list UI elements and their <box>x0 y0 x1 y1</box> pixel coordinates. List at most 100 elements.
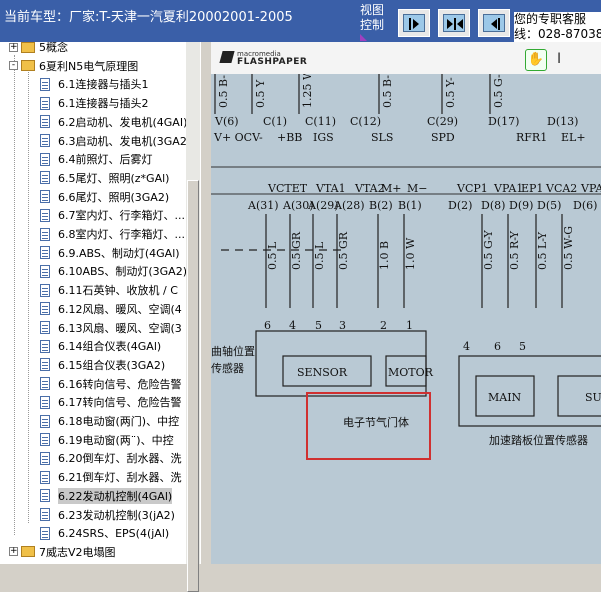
arrow-right-icon <box>409 18 419 30</box>
pedal-sensor-label: 加速踏板位置传感器 <box>489 433 588 447</box>
wire-label: 0.5 Y <box>254 79 267 108</box>
connector-pin-label: B(2) <box>369 199 393 212</box>
expand-icon[interactable]: + <box>9 42 18 52</box>
tree-item[interactable]: 6.20倒车灯、刮水器、洗 <box>40 449 182 467</box>
document-icon <box>40 377 50 391</box>
corner-marker-icon <box>360 34 367 41</box>
single-page-view-button[interactable] <box>398 9 430 37</box>
folder-icon <box>21 60 35 72</box>
tree-item[interactable]: 6.6尾灯、照明(3GA2) <box>40 188 169 206</box>
document-icon <box>40 508 50 521</box>
arrow-left-icon <box>491 18 500 30</box>
tree-item[interactable]: 6.4前照灯、后雾灯 <box>40 150 153 168</box>
flashpaper-toolbar: macromedia FLASHPAPER ✋ I <box>211 42 601 75</box>
tree-item-label: 6.16转向信号、危险告警 <box>58 377 182 391</box>
document-icon <box>40 395 50 409</box>
pin-number: 5 <box>315 319 322 332</box>
tree-item[interactable]: 6.18电动窗(两门)、中控 <box>40 412 179 430</box>
document-icon <box>40 77 50 91</box>
wire-label: 0.5 B- <box>217 75 230 108</box>
connector-pin-label: B(1) <box>398 199 422 212</box>
tree-item[interactable]: 6.13风扇、暖风、空调(3 <box>40 319 182 337</box>
hand-tool-button[interactable]: ✋ <box>525 49 547 71</box>
tree-item[interactable]: 6.1连接器与插头1 <box>40 75 149 93</box>
tree-folder[interactable]: +7威志V2电塌图 <box>9 543 116 561</box>
signal-label: EP1 <box>521 182 543 195</box>
signal-label: IGS <box>313 131 334 144</box>
tree-item-label: 6.14组合仪表(4GAl) <box>58 340 162 354</box>
current-model-title: 当前车型：厂家:T-天津一汽夏利20002001-2005 <box>4 10 293 25</box>
connector-pin-label: D(13) <box>547 115 578 128</box>
expand-icon[interactable]: + <box>9 547 18 557</box>
tree-item[interactable]: 6.9.ABS、制动灯(4GAl) <box>40 244 180 262</box>
document-icon <box>40 358 50 372</box>
tree-item[interactable]: 6.14组合仪表(4GAl) <box>40 337 161 355</box>
tree-item[interactable]: 6.7室内灯、行李箱灯、... <box>40 206 185 224</box>
prev-page-button[interactable] <box>478 9 510 37</box>
tree-item[interactable]: 6.10ABS、制动灯(3GA2) <box>40 262 186 280</box>
pin-number: 2 <box>380 319 387 332</box>
tree-item[interactable]: 6.2启动机、发电机(4GAI) <box>40 113 186 131</box>
signal-label: SLS <box>371 131 393 144</box>
tree-item[interactable]: 6.22发动机控制(4GAl) <box>40 487 173 505</box>
wire-label: 0.5 G- <box>492 74 505 108</box>
connector-pin-label: C(12) <box>350 115 381 128</box>
document-icon <box>40 302 50 316</box>
collapse-icon[interactable]: - <box>9 61 18 71</box>
document-icon <box>40 246 50 260</box>
wire-label: 0.5 B- <box>381 75 394 108</box>
view-control-label: 视图控制 <box>360 3 385 32</box>
tree-item-label: 5概念 <box>39 42 68 54</box>
tree-item[interactable]: 6.21倒车灯、刮水器、洗 <box>40 468 182 486</box>
tree-scrollbar[interactable] <box>186 42 200 592</box>
connector-pin-label: D(5) <box>537 199 561 212</box>
tree-item-label: 6.1连接器与插头2 <box>58 97 149 111</box>
scrollbar-thumb[interactable] <box>187 180 199 592</box>
tree-item-label: 6.5尾灯、照明(z*GAl) <box>58 171 170 185</box>
main-label: MAIN <box>488 391 522 404</box>
tree-item[interactable]: 6.1连接器与插头2 <box>40 94 149 112</box>
tree-item[interactable]: 6.8室内灯、行李箱灯、... <box>40 225 185 243</box>
tree-item[interactable]: 6.16转向信号、危险告警 <box>40 375 182 393</box>
tree-item[interactable]: 6.3启动机、发电机(3GA2) <box>40 132 186 150</box>
tree-item[interactable]: 6.12风扇、暖风、空调(4 <box>40 300 182 318</box>
tree-item[interactable]: 6.24SRS、EPS(4(jAl) <box>40 524 169 542</box>
wire-label: 0.5 GR <box>290 231 303 270</box>
text-select-tool-button[interactable]: I <box>557 51 561 67</box>
signal-label: V+ OCV- <box>213 131 263 144</box>
flashpaper-brand: FLASHPAPER <box>237 57 308 67</box>
model-tree[interactable]: +5概念 - 6夏利N5电气原理图 6.1连接器与插头1 6.1连接器与插头2 6.2启动… <box>0 42 186 564</box>
service-line-2: 线：028-87038 <box>514 27 601 41</box>
tree-item-label: 6.8室内灯、行李箱灯、... <box>58 228 185 241</box>
tree-item[interactable]: 6.15组合仪表(3GA2) <box>40 356 165 374</box>
tree-item[interactable]: 6.19电动窗(两¨)、中控 <box>40 431 174 449</box>
connector-pin-label: D(9) <box>509 199 533 212</box>
wire-label: 0.5 L <box>313 241 326 270</box>
connector-pin-label: C(11) <box>305 115 336 128</box>
tree-item-label: 6.4前照灯、后雾灯 <box>58 153 153 167</box>
tree-folder[interactable]: +5概念 <box>9 42 68 56</box>
tree-item-label: 6.20倒车灯、刮水器、洗 <box>58 452 182 466</box>
connector-pin-label: D(8) <box>481 199 505 212</box>
pin-number: 4 <box>463 340 470 353</box>
motor-label: MOTOR <box>388 366 434 379</box>
tree-item[interactable]: 6.17转向信号、危险告警 <box>40 393 182 411</box>
document-icon <box>40 115 50 129</box>
customer-service-box: 您的专职客服 线：028-87038 <box>514 12 601 42</box>
connector-pin-label: A(31) <box>247 199 279 212</box>
tree-item[interactable]: 6.5尾灯、照明(z*GAl) <box>40 169 169 187</box>
wiring-diagram-page[interactable]: 0.5 B- 0.5 Y 1.25 W 0.5 B- 0.5 Y- 0.5 G- V(6) C… <box>211 68 601 564</box>
tree-item[interactable]: 6.23发动机控制(3(jA2) <box>40 506 175 524</box>
signal-label: M+ <box>381 182 401 195</box>
tree-folder[interactable]: - 6夏利N5电气原理图 <box>9 57 138 75</box>
tree-item[interactable]: 6.11石英钟、收放机 / C <box>40 281 178 299</box>
tree-item-label: 6.17转向信号、危险告警 <box>58 396 182 410</box>
double-page-view-button[interactable] <box>438 9 470 37</box>
document-icon <box>40 339 50 353</box>
connector-pin-label: V(6) <box>214 115 239 128</box>
signal-label: VPA1 <box>493 182 523 195</box>
wire-label: 0.5 GR <box>337 231 350 270</box>
wire-label: 0.5 L <box>266 241 279 270</box>
tree-item-label: 6.23发动机控制(3(jA2) <box>58 508 175 522</box>
pin-number: 5 <box>519 340 526 353</box>
